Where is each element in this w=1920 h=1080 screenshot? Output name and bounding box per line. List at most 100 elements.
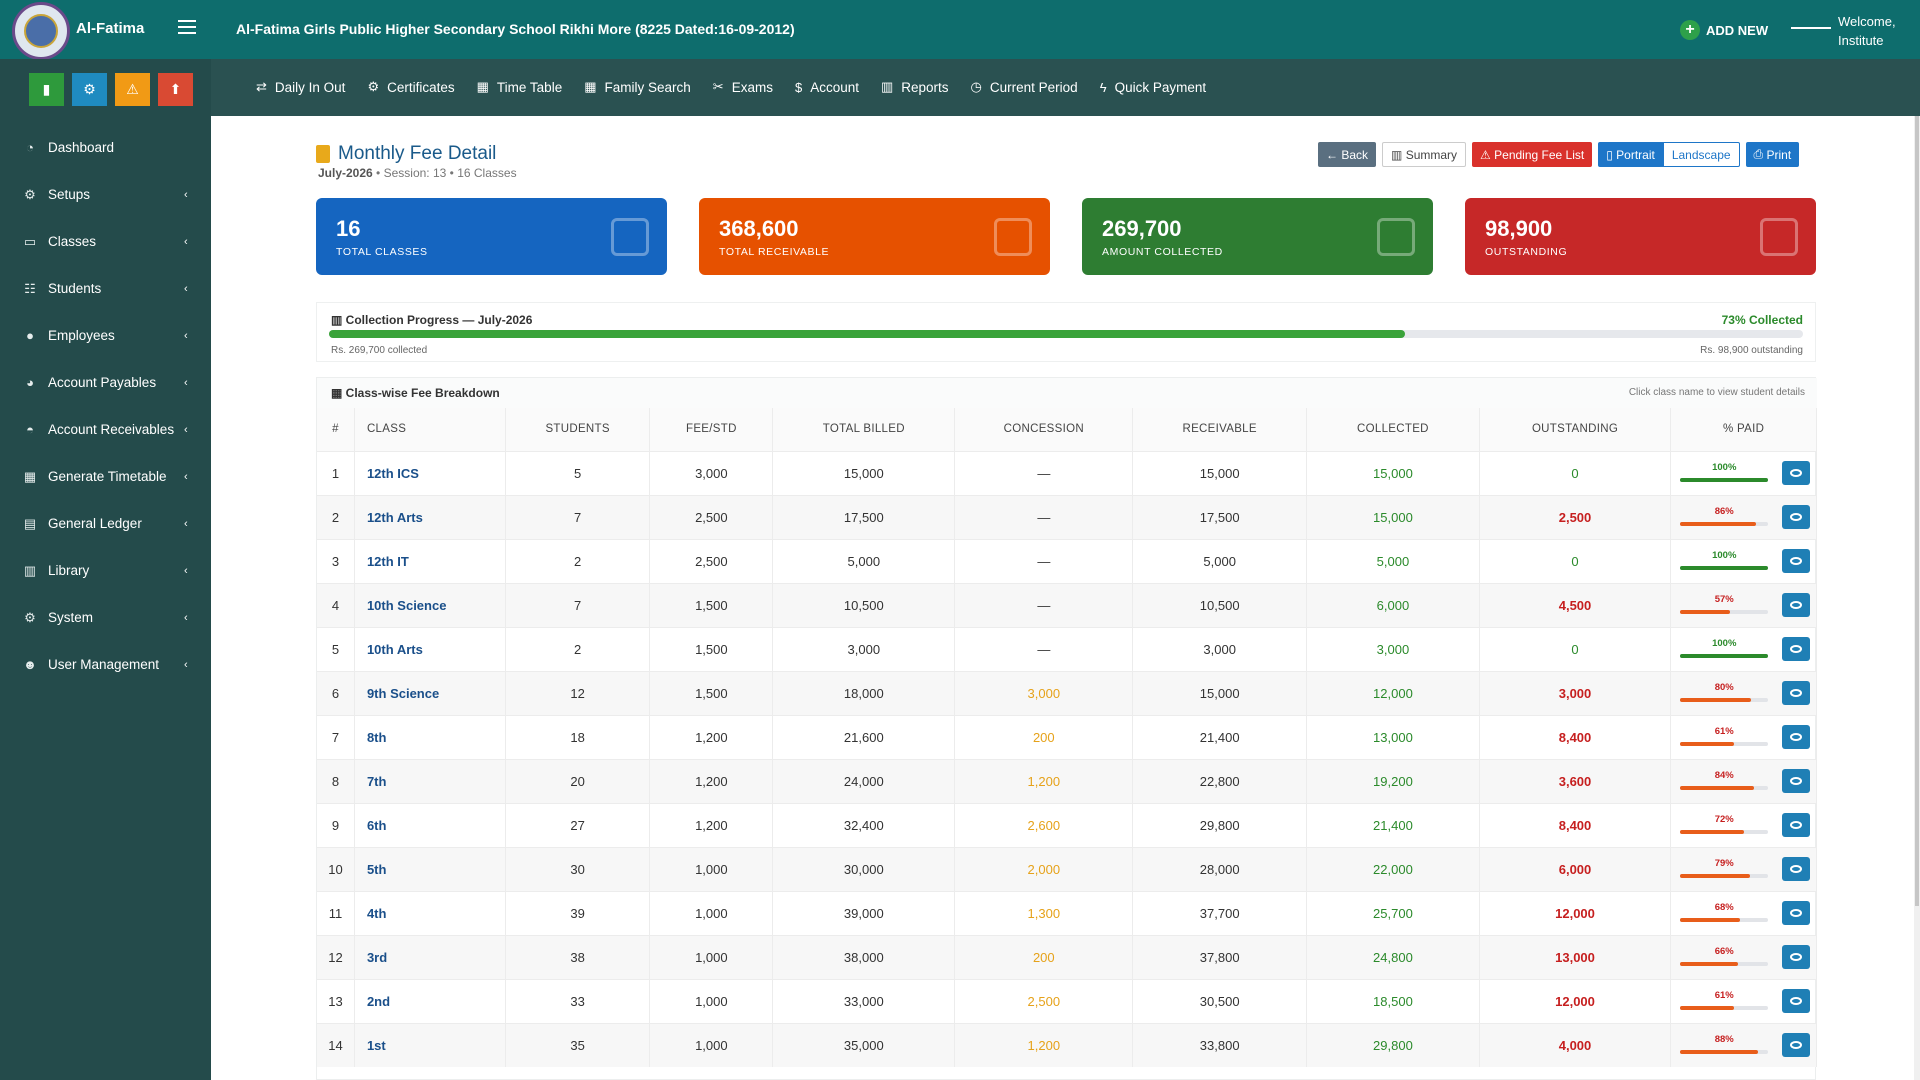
view-details-button[interactable] bbox=[1782, 593, 1811, 617]
user-menu-icon[interactable] bbox=[1791, 27, 1831, 29]
menu-item-label: Quick Payment bbox=[1114, 79, 1207, 95]
menu-item-daily-in-out[interactable]: ⇄ Daily In Out bbox=[256, 79, 345, 95]
view-details-button[interactable] bbox=[1782, 813, 1811, 837]
menu-item-quick-payment[interactable]: ϟ Quick Payment bbox=[1100, 79, 1206, 95]
cell-cls[interactable]: 9th Science bbox=[354, 670, 506, 715]
fee-table: # CLASS STUDENTS FEE/STD TOTAL BILLED CONCESS… bbox=[317, 408, 1817, 1067]
view-details-button[interactable] bbox=[1782, 681, 1811, 705]
sidebar-item-setups[interactable]: ⚙ Setups ‹ bbox=[0, 171, 211, 218]
landscape-button[interactable]: Landscape bbox=[1662, 142, 1740, 167]
card-value: 16 bbox=[336, 216, 361, 241]
table-header-row: # CLASS STUDENTS FEE/STD TOTAL BILLED CONCESS… bbox=[317, 408, 1817, 451]
school-logo[interactable] bbox=[12, 2, 70, 60]
cell-cls[interactable]: 2nd bbox=[354, 978, 506, 1023]
cell-cls[interactable]: 4th bbox=[354, 890, 506, 935]
menu-item-label: Reports bbox=[901, 79, 949, 95]
sidebar-item-classes[interactable]: ▭ Classes ‹ bbox=[0, 218, 211, 265]
cell-cls[interactable]: 12th ICS bbox=[354, 450, 506, 495]
upload-quick-button[interactable]: ⬆ bbox=[158, 73, 193, 106]
cell-coll: 21,400 bbox=[1306, 802, 1480, 847]
card-value: 368,600 bbox=[719, 216, 799, 241]
cell-students: 35 bbox=[505, 1022, 651, 1067]
view-details-button[interactable] bbox=[1782, 989, 1811, 1013]
cell-outs: 12,000 bbox=[1479, 978, 1672, 1023]
cell-cls[interactable]: 3rd bbox=[354, 934, 506, 979]
warning-icon: ⚠ bbox=[126, 81, 139, 97]
cell-conc: — bbox=[954, 582, 1134, 627]
pending-fee-list-button[interactable]: ⚠ Pending Fee List bbox=[1472, 142, 1593, 167]
view-details-button[interactable] bbox=[1782, 461, 1811, 485]
chart-icon: ▥ bbox=[1391, 147, 1406, 162]
view-details-button[interactable] bbox=[1782, 1033, 1811, 1058]
portrait-button[interactable]: ▯ Portrait bbox=[1598, 142, 1663, 167]
table-row: 4 10th Science 7 1,500 10,500—10,500 6,000 4,5… bbox=[317, 582, 1817, 627]
user-menu[interactable]: Welcome, Institute bbox=[1838, 12, 1896, 50]
menu-item-time-table[interactable]: ▦ Time Table bbox=[477, 79, 563, 95]
sidebar-item-general-ledger[interactable]: ▤ General Ledger ‹ bbox=[0, 500, 211, 547]
brand-name[interactable]: Al-Fatima bbox=[76, 20, 144, 37]
cell-cls[interactable]: 6th bbox=[354, 802, 506, 847]
view-details-button[interactable] bbox=[1782, 945, 1811, 969]
progress-title: ▥ Collection Progress — July-2026 bbox=[331, 313, 532, 327]
cell-billed: 5,000 bbox=[772, 538, 956, 583]
hamburger-menu-icon[interactable] bbox=[178, 20, 196, 36]
separator: • bbox=[376, 166, 381, 180]
paid-percent-label: 100% bbox=[1712, 462, 1737, 473]
back-button[interactable]: ← Back bbox=[1318, 142, 1377, 167]
sidebar-item-library[interactable]: ▥ Library ‹ bbox=[0, 547, 211, 594]
warning-quick-button[interactable]: ⚠ bbox=[115, 73, 150, 106]
table-row: 9 6th 27 1,200 32,400 2,600 29,800 21,400 8,400 7… bbox=[317, 802, 1817, 847]
sidebar-item-students[interactable]: ☷ Students ‹ bbox=[0, 265, 211, 312]
cell-students: 33 bbox=[505, 978, 651, 1023]
cell-cls[interactable]: 12th Arts bbox=[354, 494, 506, 539]
cell-cls[interactable]: 1st bbox=[354, 1022, 506, 1067]
scrollbar-thumb[interactable] bbox=[1915, 116, 1919, 906]
paid-track bbox=[1680, 830, 1769, 834]
sidebar-item-account-receivables[interactable]: ◓ Account Receivables ‹ bbox=[0, 406, 211, 453]
cell-conc: 2,500 bbox=[954, 978, 1134, 1023]
cell-cls[interactable]: 8th bbox=[354, 714, 506, 759]
percent-paid-wrap: 61% bbox=[1671, 725, 1816, 749]
cell-cls[interactable]: 10th Science bbox=[354, 582, 506, 627]
cell-cls[interactable]: 12th IT bbox=[354, 538, 506, 583]
view-details-button[interactable] bbox=[1782, 725, 1811, 749]
view-details-button[interactable] bbox=[1782, 637, 1811, 661]
cell-coll: 12,000 bbox=[1306, 670, 1480, 715]
cell-cls[interactable]: 7th bbox=[354, 758, 506, 803]
menu-item-current-period[interactable]: ◷ Current Period bbox=[971, 79, 1078, 95]
signal-quick-button[interactable]: ▮ bbox=[29, 73, 64, 106]
menu-item-account[interactable]: $ Account bbox=[795, 79, 859, 95]
gears-quick-button[interactable]: ⚙ bbox=[72, 73, 107, 106]
sidebar-item-system[interactable]: ⚙ System ‹ bbox=[0, 594, 211, 641]
add-new-button[interactable]: + ADD NEW bbox=[1680, 20, 1768, 40]
sidebar-item-dashboard[interactable]: ◔ Dashboard bbox=[0, 124, 211, 171]
summary-button[interactable]: ▥ Summary bbox=[1382, 142, 1467, 167]
percent-paid-wrap: 100% bbox=[1671, 549, 1816, 573]
menu-item-exams[interactable]: ✂ Exams bbox=[713, 79, 773, 95]
cell-cls[interactable]: 10th Arts bbox=[354, 626, 506, 671]
sidebar-item-employees[interactable]: ● Employees ‹ bbox=[0, 312, 211, 359]
view-details-button[interactable] bbox=[1782, 901, 1811, 925]
paid-track bbox=[1680, 698, 1769, 702]
quick-buttons: ▮ ⚙ ⚠ ⬆ bbox=[29, 73, 193, 106]
cell-conc: — bbox=[954, 450, 1134, 495]
cell-recv: 15,000 bbox=[1132, 670, 1308, 715]
cell-cls[interactable]: 5th bbox=[354, 846, 506, 891]
view-details-button[interactable] bbox=[1782, 769, 1811, 793]
menu-item-reports[interactable]: ▥ Reports bbox=[881, 79, 949, 95]
page-subinfo: July-2026 • Session: 13 • 16 Classes bbox=[318, 166, 517, 180]
card-caption: OUTSTANDING bbox=[1485, 246, 1568, 258]
menu-item-certificates[interactable]: ⚙ Certificates bbox=[367, 79, 454, 95]
cell-billed: 18,000 bbox=[772, 670, 956, 715]
view-details-button[interactable] bbox=[1782, 549, 1811, 573]
sidebar-item-account-payables[interactable]: ◕ Account Payables ‹ bbox=[0, 359, 211, 406]
view-details-button[interactable] bbox=[1782, 857, 1811, 881]
sidebar-item-generate-timetable[interactable]: ▦ Generate Timetable ‹ bbox=[0, 453, 211, 500]
menu-item-label: Time Table bbox=[496, 79, 563, 95]
top-menubar: ⇄ Daily In Out ⚙ Certificates ▦ Time Table ▦ Fa… bbox=[211, 59, 1920, 116]
print-button[interactable]: ⎙ Print bbox=[1745, 142, 1800, 167]
sidebar-item-user-management[interactable]: ☻ User Management ‹ bbox=[0, 641, 211, 688]
view-details-button[interactable] bbox=[1782, 505, 1811, 529]
menu-item-family-search[interactable]: ▦ Family Search bbox=[584, 79, 691, 95]
paid-track bbox=[1680, 962, 1769, 966]
